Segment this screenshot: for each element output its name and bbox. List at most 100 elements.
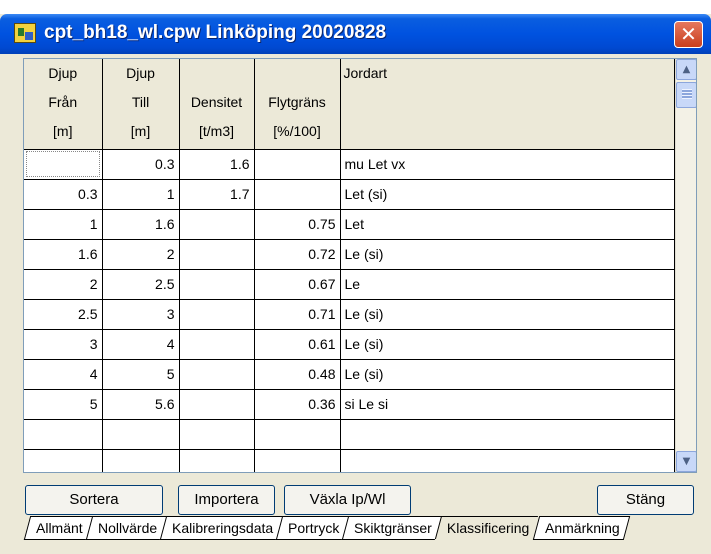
cell-djup-fran[interactable]: 4 xyxy=(24,359,103,390)
cell-flytgrans[interactable]: 0.71 xyxy=(254,299,341,330)
table-row: 4 5 0.48 Le (si) xyxy=(24,359,675,390)
cell-flytgrans[interactable]: 0.61 xyxy=(254,329,341,360)
cell-flytgrans[interactable]: 0.75 xyxy=(254,209,341,240)
scroll-thumb[interactable] xyxy=(676,82,696,108)
cell-jordart[interactable]: Let xyxy=(340,209,675,240)
cell-flytgrans[interactable]: 0.36 xyxy=(254,389,341,420)
cell-djup-till[interactable]: 5.6 xyxy=(102,389,180,420)
scroll-down-icon[interactable]: ▼ xyxy=(676,451,696,472)
table-row: 0 0.3 1.6 mu Let vx xyxy=(24,149,675,180)
tab-portryck[interactable]: Portryck xyxy=(275,516,349,540)
vaxla-ip-wl-button[interactable]: Växla Ip/Wl xyxy=(284,485,411,515)
cell-densitet[interactable] xyxy=(179,449,255,472)
cell-djup-till[interactable] xyxy=(102,419,180,450)
table-row xyxy=(24,419,675,450)
app-icon xyxy=(14,23,36,43)
cell-djup-fran[interactable]: 1 xyxy=(24,209,103,240)
cell-djup-fran[interactable]: 1.6 xyxy=(24,239,103,270)
cell-jordart[interactable]: Le xyxy=(340,269,675,300)
header-row: Djup Från [m] Djup Till [m] Densitet [t/m3] F… xyxy=(24,59,675,150)
tab-strip: Allmänt Nollvärde Kalibreringsdata Portryck… xyxy=(23,516,630,540)
cell-djup-fran[interactable]: 5 xyxy=(24,389,103,420)
cell-densitet[interactable] xyxy=(179,359,255,390)
scroll-up-icon[interactable]: ▲ xyxy=(676,59,696,80)
col-header-djup-till[interactable]: Djup Till [m] xyxy=(102,59,180,150)
cell-densitet[interactable]: 1.6 xyxy=(179,149,255,180)
cell-djup-fran[interactable]: 0 xyxy=(24,149,103,180)
cell-djup-fran[interactable]: 2 xyxy=(24,269,103,300)
tab-anm-rkning[interactable]: Anmärkning xyxy=(532,516,630,540)
tab-label: Portryck xyxy=(288,520,340,536)
cell-jordart[interactable]: mu Let vx xyxy=(340,149,675,180)
cell-densitet[interactable] xyxy=(179,209,255,240)
cell-jordart[interactable] xyxy=(340,419,675,450)
col-header-djup-fran[interactable]: Djup Från [m] xyxy=(24,59,103,150)
cell-djup-fran[interactable]: 2.5 xyxy=(24,299,103,330)
cell-jordart[interactable]: Let (si) xyxy=(340,179,675,210)
tab-skiktgr-nser[interactable]: Skiktgränser xyxy=(342,516,442,540)
cell-densitet[interactable] xyxy=(179,239,255,270)
cell-djup-till[interactable]: 2 xyxy=(102,239,180,270)
table-row: 0.3 1 1.7 Let (si) xyxy=(24,179,675,210)
cell-jordart[interactable]: si Le si xyxy=(340,389,675,420)
cell-flytgrans[interactable]: 0.48 xyxy=(254,359,341,390)
cell-densitet[interactable] xyxy=(179,419,255,450)
cell-flytgrans[interactable]: 0.72 xyxy=(254,239,341,270)
cell-djup-fran[interactable] xyxy=(24,449,103,472)
cell-djup-till[interactable]: 0.3 xyxy=(102,149,180,180)
tab-label: Klassificering xyxy=(447,520,530,536)
cell-flytgrans[interactable] xyxy=(254,419,341,450)
dialog-window: cpt_bh18_wl.cpw Linköping 20020828 ✕ Dju… xyxy=(0,14,711,554)
table-row: 2 2.5 0.67 Le xyxy=(24,269,675,300)
cell-djup-fran[interactable]: 3 xyxy=(24,329,103,360)
cell-djup-till[interactable]: 3 xyxy=(102,299,180,330)
tab-label: Nollvärde xyxy=(97,520,157,536)
close-button[interactable]: ✕ xyxy=(674,21,703,48)
cell-djup-till[interactable]: 4 xyxy=(102,329,180,360)
col-header-densitet[interactable]: Densitet [t/m3] xyxy=(179,59,255,150)
tab-label: Skiktgränser xyxy=(354,520,433,536)
tab-allm-nt[interactable]: Allmänt xyxy=(23,516,92,540)
window-title: cpt_bh18_wl.cpw Linköping 20020828 xyxy=(44,22,387,43)
cell-djup-till[interactable]: 2.5 xyxy=(102,269,180,300)
table-row: 1 1.6 0.75 Let xyxy=(24,209,675,240)
cell-jordart[interactable]: Le (si) xyxy=(340,299,675,330)
cell-flytgrans[interactable] xyxy=(254,179,341,210)
cell-flytgrans[interactable] xyxy=(254,149,341,180)
cell-djup-till[interactable]: 1 xyxy=(102,179,180,210)
cell-djup-till[interactable]: 5 xyxy=(102,359,180,390)
tab-label: Allmänt xyxy=(36,520,83,536)
cell-djup-till[interactable] xyxy=(102,449,180,472)
cell-flytgrans[interactable]: 0.67 xyxy=(254,269,341,300)
title-bar[interactable]: cpt_bh18_wl.cpw Linköping 20020828 ✕ xyxy=(0,14,711,54)
cell-jordart[interactable] xyxy=(340,449,675,472)
cell-djup-fran[interactable] xyxy=(24,419,103,450)
col-header-jordart[interactable]: Jordart xyxy=(340,59,675,150)
cell-densitet[interactable] xyxy=(179,389,255,420)
stang-button[interactable]: Stäng xyxy=(597,485,694,515)
cell-densitet[interactable] xyxy=(179,269,255,300)
tab-kalibreringsdata[interactable]: Kalibreringsdata xyxy=(159,516,283,540)
tab-label: Kalibreringsdata xyxy=(171,520,273,536)
col-header-flytgrans[interactable]: Flytgräns [%/100] xyxy=(254,59,341,150)
cell-djup-fran[interactable]: 0.3 xyxy=(24,179,103,210)
table-row: 2.5 3 0.71 Le (si) xyxy=(24,299,675,330)
cell-jordart[interactable]: Le (si) xyxy=(340,359,675,390)
cell-flytgrans[interactable] xyxy=(254,449,341,472)
cell-densitet[interactable] xyxy=(179,299,255,330)
data-grid[interactable]: Djup Från [m] Djup Till [m] Densitet [t/m3] F… xyxy=(23,58,697,473)
tab-label: Anmärkning xyxy=(544,520,620,536)
table-row xyxy=(24,449,675,472)
tab-klassificering[interactable]: Klassificering xyxy=(435,516,539,539)
importera-button[interactable]: Importera xyxy=(178,485,275,515)
cell-jordart[interactable]: Le (si) xyxy=(340,329,675,360)
sortera-button[interactable]: Sortera xyxy=(25,485,163,515)
cell-jordart[interactable]: Le (si) xyxy=(340,239,675,270)
cell-densitet[interactable] xyxy=(179,329,255,360)
cell-densitet[interactable]: 1.7 xyxy=(179,179,255,210)
tab-nollv-rde[interactable]: Nollvärde xyxy=(85,516,167,540)
table-row: 5 5.6 0.36 si Le si xyxy=(24,389,675,420)
table-row: 1.6 2 0.72 Le (si) xyxy=(24,239,675,270)
vertical-scrollbar[interactable]: ▲ ▼ xyxy=(675,59,696,472)
cell-djup-till[interactable]: 1.6 xyxy=(102,209,180,240)
